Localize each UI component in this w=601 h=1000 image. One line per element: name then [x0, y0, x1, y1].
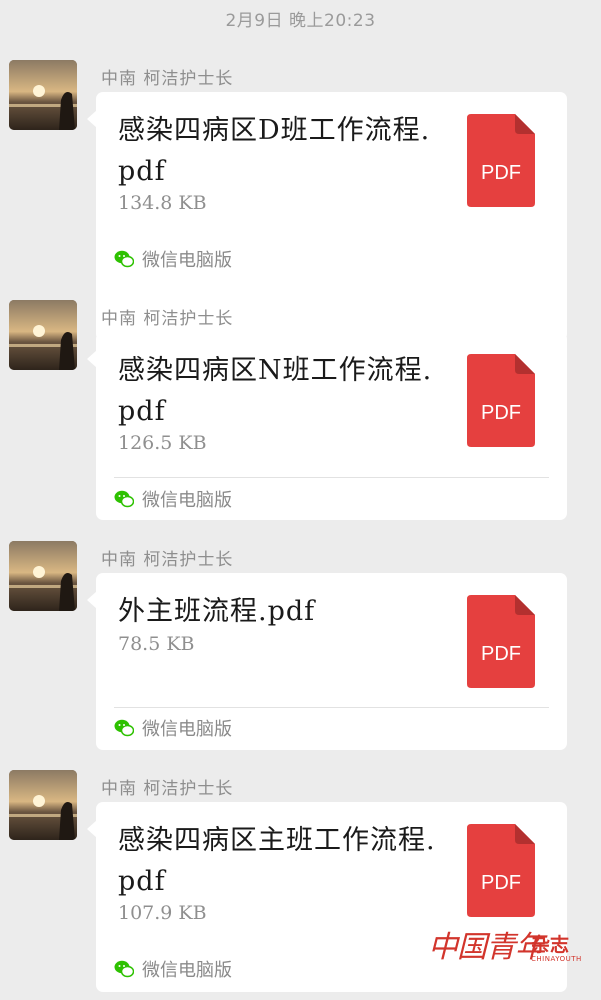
pdf-label: PDF	[481, 872, 521, 894]
file-size: 126.5 KB	[118, 432, 207, 454]
source-row: 微信电脑版	[114, 958, 232, 981]
sender-avatar[interactable]	[9, 60, 77, 130]
file-message-card[interactable]: 感染四病区N班工作流程.pdf 126.5 KB PDF 微信电脑版	[87, 332, 567, 520]
source-row: 微信电脑版	[114, 248, 232, 271]
sender-name: 中南 柯洁护士长	[101, 69, 234, 89]
sender-name: 中南 柯洁护士长	[101, 779, 234, 799]
wechat-icon	[114, 719, 134, 737]
sender-name: 中南 柯洁护士长	[101, 309, 234, 329]
file-name: 外主班流程.pdf	[118, 596, 316, 627]
sender-name: 中南 柯洁护士长	[101, 550, 234, 570]
pdf-file-icon: PDF	[467, 824, 535, 917]
source-label: 微信电脑版	[142, 250, 232, 271]
source-row: 微信电脑版	[114, 488, 232, 511]
file-size: 134.8 KB	[118, 192, 207, 214]
source-row: 微信电脑版	[114, 717, 232, 740]
sender-avatar[interactable]	[9, 541, 77, 611]
file-size: 107.9 KB	[118, 902, 207, 924]
file-message-card[interactable]: 外主班流程.pdf 78.5 KB PDF 微信电脑版	[87, 573, 567, 750]
source-label: 微信电脑版	[142, 490, 232, 511]
wechat-icon	[114, 960, 134, 978]
card-divider	[114, 707, 549, 708]
card-divider	[114, 477, 549, 478]
wechat-icon	[114, 250, 134, 268]
chat-screen: 2月9日 晚上20:23 中南 柯洁护士长 感染四病区D班工作流程.pdf 13…	[0, 0, 601, 1000]
watermark-main-text: 中国青年	[428, 930, 545, 965]
wechat-icon	[114, 490, 134, 508]
watermark-english-text: CHINAYOUTH	[531, 955, 582, 963]
source-label: 微信电脑版	[142, 719, 232, 740]
file-size: 78.5 KB	[118, 633, 195, 655]
pdf-file-icon: PDF	[467, 354, 535, 447]
pdf-label: PDF	[481, 402, 521, 424]
file-name: 感染四病区D班工作流程.pdf	[118, 115, 431, 187]
source-label: 微信电脑版	[142, 960, 232, 981]
pdf-label: PDF	[481, 643, 521, 665]
pdf-file-icon: PDF	[467, 114, 535, 207]
pdf-label: PDF	[481, 162, 521, 184]
file-name: 感染四病区主班工作流程.pdf	[118, 825, 436, 897]
sender-avatar[interactable]	[9, 770, 77, 840]
watermark-side-text: 杂志	[531, 934, 570, 956]
file-name: 感染四病区N班工作流程.pdf	[118, 355, 433, 427]
sender-avatar[interactable]	[9, 300, 77, 370]
pdf-file-icon: PDF	[467, 595, 535, 688]
chat-timestamp: 2月9日 晚上20:23	[225, 11, 376, 31]
magazine-watermark-logo: 中国青年 杂志 CHINAYOUTH	[428, 922, 581, 974]
